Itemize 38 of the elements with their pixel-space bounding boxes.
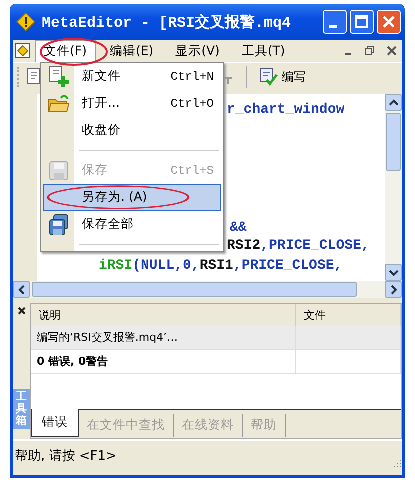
menu-item[interactable]: 打开... Ctrl+O	[43, 90, 221, 117]
menu-item[interactable]: 新文件 Ctrl+N	[43, 63, 221, 90]
menu-item[interactable]: 另存为. (A)	[43, 184, 221, 211]
resize-grip-icon[interactable]	[392, 458, 402, 468]
code-line: r_chart_window	[227, 101, 345, 119]
annotation-ellipse	[39, 37, 109, 67]
maximize-icon	[355, 15, 369, 29]
floppy-icon	[48, 160, 70, 182]
menu-item[interactable]: 编辑(E)	[102, 40, 162, 62]
table-cell: 编写的‘RSI交叉报警.mq4’…	[31, 326, 296, 349]
vertical-scrollbar[interactable]	[385, 94, 402, 281]
tab[interactable]: 错误	[31, 409, 79, 437]
diamond-icon	[16, 12, 36, 32]
horizontal-scrollbar[interactable]	[13, 281, 402, 298]
menu-item[interactable]: 收盘价	[43, 117, 221, 144]
code-line: iRSI(NULL,0,RSI1,PRICE_CLOSE,	[99, 257, 343, 275]
new-file-icon	[48, 66, 70, 88]
folder-icon	[48, 92, 70, 114]
table-row[interactable]: 编写的‘RSI交叉报警.mq4’…	[31, 326, 401, 350]
status-text: 帮助, 请按 <F1>	[15, 448, 117, 465]
toolbox-title: 工具箱	[13, 388, 30, 429]
floppies-icon	[48, 214, 70, 236]
close-icon	[382, 15, 396, 29]
menu-item[interactable]: 工具(T)	[234, 40, 294, 62]
menu-item[interactable]: 保存全部	[43, 211, 221, 238]
document-icon	[15, 43, 31, 59]
close-button[interactable]	[377, 10, 401, 34]
code-line: RSI2,PRICE_CLOSE,	[227, 237, 370, 255]
code-line: &&	[230, 219, 247, 237]
table-row[interactable]: 0 错误, 0警告	[31, 350, 401, 374]
maximize-button[interactable]	[350, 10, 374, 34]
minimize-icon	[329, 24, 337, 28]
table-cell: 0 错误, 0警告	[31, 350, 296, 373]
minimize-button[interactable]	[323, 10, 347, 34]
compile-button[interactable]: 编写	[257, 66, 309, 88]
window-title: MetaEditor - [RSI交叉报警.mq4	[42, 13, 292, 32]
check-document-icon	[260, 68, 278, 86]
menu-item[interactable]: 显示(V)	[168, 40, 228, 62]
